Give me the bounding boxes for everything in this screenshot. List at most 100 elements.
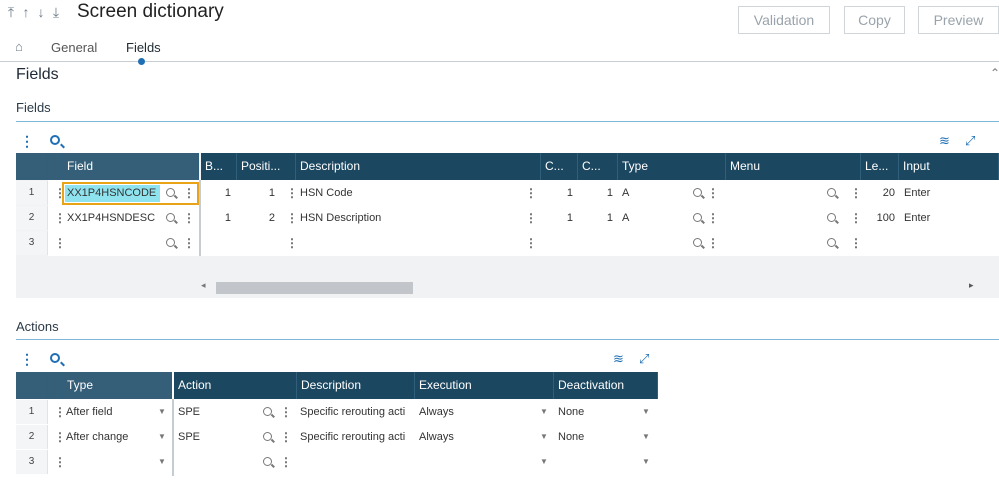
execution-select[interactable]: Always	[419, 400, 529, 424]
length-cell[interactable]: 100	[861, 206, 895, 230]
menu-column-header-label[interactable]: Menu	[726, 153, 861, 180]
c1-cell[interactable]: 1	[541, 206, 573, 230]
type-column-header[interactable]: Type	[618, 153, 726, 180]
type-cell[interactable]: A	[622, 181, 662, 205]
type-select[interactable]: After change	[66, 425, 151, 449]
cell-menu-icon[interactable]: ⋮	[280, 450, 292, 474]
row-menu-icon[interactable]: ⋮	[54, 450, 66, 474]
cell-menu-icon[interactable]: ⋮	[707, 181, 719, 205]
row-menu-icon[interactable]: ⋮	[54, 206, 66, 230]
action-input[interactable]: SPE	[178, 400, 238, 424]
length-column-header[interactable]: Le...	[861, 153, 899, 180]
description-column-header[interactable]: Description	[297, 372, 415, 399]
cell-menu-icon[interactable]: ⋮	[525, 206, 537, 230]
validation-button[interactable]: Validation	[738, 6, 830, 34]
collapse-icon[interactable]: ⌃	[990, 66, 999, 80]
fields-search-icon[interactable]	[50, 135, 60, 145]
input-cell[interactable]: Enter	[904, 181, 964, 205]
home-icon[interactable]: ⌂	[15, 39, 23, 54]
chevron-down-icon[interactable]: ▼	[158, 425, 166, 449]
previous-record-icon[interactable]: ↑	[19, 4, 34, 20]
c1-column-header[interactable]: C...	[541, 153, 578, 180]
execution-select[interactable]: Always	[419, 425, 529, 449]
lookup-icon[interactable]	[693, 188, 702, 197]
actions-expand-icon[interactable]: ⤢	[639, 351, 649, 367]
cell-menu-icon[interactable]: ⋮	[183, 206, 195, 230]
cell-menu-icon[interactable]: ⋮	[525, 181, 537, 205]
row-menu-icon[interactable]: ⋮	[54, 400, 66, 424]
b-cell[interactable]: 1	[201, 206, 231, 230]
description-cell[interactable]: Specific rerouting acti	[300, 400, 412, 424]
cell-menu-icon[interactable]: ⋮	[183, 181, 195, 205]
chevron-down-icon[interactable]: ▼	[540, 425, 548, 449]
chevron-down-icon[interactable]: ▼	[642, 425, 650, 449]
cell-menu-icon[interactable]: ⋮	[183, 231, 195, 255]
cell-menu-icon[interactable]: ⋮	[525, 231, 537, 255]
position-cell[interactable]: 1	[237, 181, 275, 205]
input-column-header[interactable]: Input	[899, 153, 999, 180]
type-select[interactable]: After field	[66, 400, 151, 424]
lookup-icon[interactable]	[827, 188, 836, 197]
scroll-right-icon[interactable]: ▸	[969, 280, 974, 291]
row-menu-icon[interactable]: ⋮	[54, 425, 66, 449]
description-cell[interactable]: HSN Code	[300, 181, 500, 205]
cell-menu-icon[interactable]: ⋮	[707, 206, 719, 230]
lookup-icon[interactable]	[693, 213, 702, 222]
field-column-header[interactable]: Field	[63, 153, 199, 180]
action-input[interactable]: SPE	[178, 425, 238, 449]
tab-fields[interactable]: Fields	[126, 40, 161, 55]
type-cell[interactable]: A	[622, 206, 662, 230]
horizontal-scrollbar-thumb[interactable]	[216, 282, 413, 294]
c2-column-header[interactable]: C...	[578, 153, 618, 180]
position-column-header[interactable]: Positi...	[237, 153, 296, 180]
lookup-icon[interactable]	[827, 238, 836, 247]
tab-general[interactable]: General	[51, 40, 97, 55]
cell-menu-icon[interactable]: ⋮	[280, 400, 292, 424]
cell-menu-icon[interactable]: ⋮	[286, 181, 298, 205]
c1-cell[interactable]: 1	[541, 181, 573, 205]
lookup-icon[interactable]	[263, 457, 272, 466]
field-input[interactable]: XX1P4HSNCODE	[67, 181, 159, 205]
lookup-icon[interactable]	[827, 213, 836, 222]
position-cell[interactable]: 2	[237, 206, 275, 230]
last-record-icon[interactable]: ⤓	[49, 4, 64, 21]
lookup-icon[interactable]	[166, 238, 175, 247]
description-cell[interactable]: Specific rerouting acti	[300, 425, 412, 449]
execution-column-header[interactable]: Execution	[415, 372, 554, 399]
description-column-header[interactable]: Description	[296, 153, 541, 180]
actions-search-icon[interactable]	[50, 353, 60, 363]
lookup-icon[interactable]	[166, 188, 175, 197]
c2-cell[interactable]: 1	[578, 181, 613, 205]
c2-cell[interactable]: 1	[578, 206, 613, 230]
chevron-down-icon[interactable]: ▼	[158, 450, 166, 474]
cell-menu-icon[interactable]: ⋮	[850, 231, 862, 255]
chevron-down-icon[interactable]: ▼	[158, 400, 166, 424]
copy-button[interactable]: Copy	[844, 6, 905, 34]
fields-menu-icon[interactable]: ⋮	[20, 133, 34, 150]
actions-layers-icon[interactable]: ≋	[613, 351, 624, 367]
next-record-icon[interactable]: ↓	[34, 4, 49, 20]
lookup-icon[interactable]	[693, 238, 702, 247]
scroll-left-icon[interactable]: ◂	[201, 280, 206, 291]
cell-menu-icon[interactable]: ⋮	[280, 425, 292, 449]
row-menu-icon[interactable]: ⋮	[54, 231, 66, 255]
lookup-icon[interactable]	[263, 432, 272, 441]
b-column-header[interactable]: B...	[201, 153, 237, 180]
deactivation-column-header[interactable]: Deactivation	[554, 372, 658, 399]
chevron-down-icon[interactable]: ▼	[642, 400, 650, 424]
layers-icon[interactable]: ≋	[939, 133, 950, 149]
field-input[interactable]: XX1P4HSNDESC	[67, 206, 162, 230]
first-record-icon[interactable]: ⤒	[4, 4, 19, 21]
preview-button[interactable]: Preview	[918, 6, 999, 34]
type-column-header[interactable]: Type	[63, 372, 172, 399]
fields-expand-icon[interactable]: ⤢	[965, 133, 975, 149]
input-cell[interactable]: Enter	[904, 206, 964, 230]
chevron-down-icon[interactable]: ▼	[540, 400, 548, 424]
chevron-down-icon[interactable]: ▼	[540, 450, 548, 474]
b-cell[interactable]: 1	[201, 181, 231, 205]
lookup-icon[interactable]	[263, 407, 272, 416]
actions-menu-icon[interactable]: ⋮	[20, 351, 34, 368]
deactivation-select[interactable]: None	[558, 425, 628, 449]
length-cell[interactable]: 20	[861, 181, 895, 205]
deactivation-select[interactable]: None	[558, 400, 628, 424]
